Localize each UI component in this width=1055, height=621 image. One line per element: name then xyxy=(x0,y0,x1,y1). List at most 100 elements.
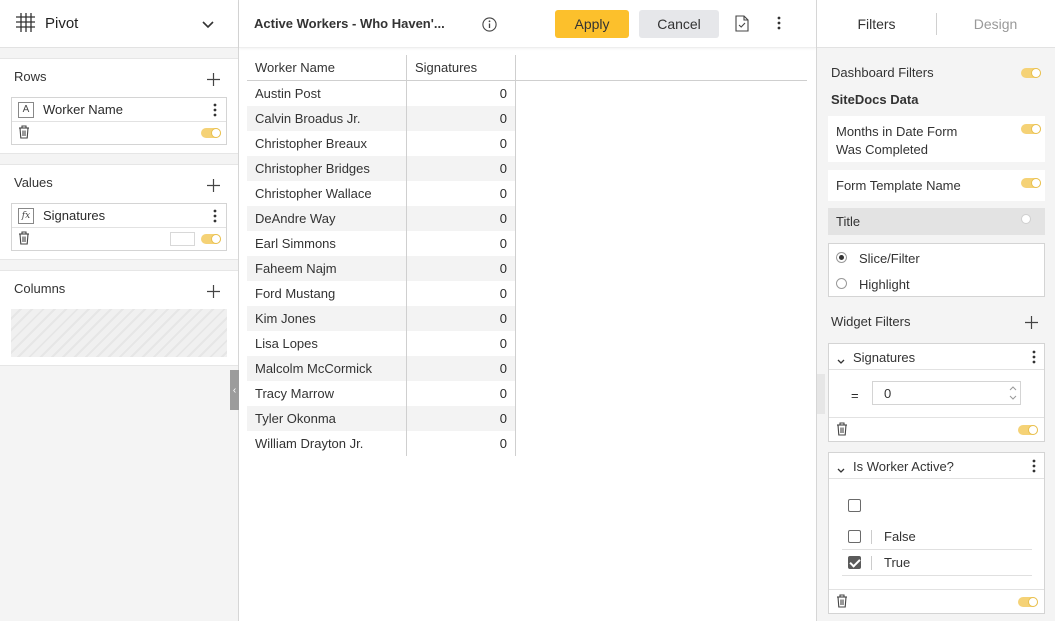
row-field-toggle[interactable] xyxy=(201,128,221,138)
chevron-down-icon[interactable] xyxy=(837,462,845,477)
worker-name-cell: Lisa Lopes xyxy=(247,331,407,356)
value-field-toggle[interactable] xyxy=(201,234,221,244)
table-body: Austin Post 0 Calvin Broadus Jr. 0 Christoph… xyxy=(247,81,516,456)
signatures-cell: 0 xyxy=(407,106,516,131)
signatures-cell: 0 xyxy=(407,356,516,381)
columns-section: Columns xyxy=(0,270,238,366)
worker-name-cell: Tyler Okonma xyxy=(247,406,407,431)
dashboard-filter-label: Form Template Name xyxy=(836,178,961,193)
kebab-menu-icon[interactable] xyxy=(213,209,217,226)
collapse-left-panel-handle[interactable]: ‹ xyxy=(230,370,239,410)
number-stepper[interactable] xyxy=(1008,384,1018,402)
dashboard-filter-toggle[interactable] xyxy=(1021,178,1041,188)
table-row[interactable]: Calvin Broadus Jr. 0 xyxy=(247,106,516,131)
worker-name-cell: Christopher Bridges xyxy=(247,156,407,181)
widget-type-label: Pivot xyxy=(45,15,79,32)
tab-filters[interactable]: Filters xyxy=(817,16,936,32)
columns-drop-zone[interactable] xyxy=(11,309,227,357)
panel-tabs: Filters Design xyxy=(817,0,1055,48)
table-row[interactable]: Christopher Breaux 0 xyxy=(247,131,516,156)
worker-name-cell: Tracy Marrow xyxy=(247,381,407,406)
cancel-button[interactable]: Cancel xyxy=(639,10,719,38)
values-section-title: Values xyxy=(14,175,53,190)
radio-highlight[interactable] xyxy=(836,278,847,289)
signatures-cell: 0 xyxy=(407,331,516,356)
kebab-menu-icon[interactable] xyxy=(777,16,781,33)
chevron-down-icon[interactable] xyxy=(837,353,845,368)
add-row-icon[interactable] xyxy=(207,73,220,89)
document-check-icon[interactable] xyxy=(735,15,749,35)
table-row[interactable]: Austin Post 0 xyxy=(247,81,516,106)
dashboard-filter-title[interactable]: Title xyxy=(828,208,1045,235)
dashboard-filter-toggle[interactable] xyxy=(1021,214,1041,224)
widget-filter-header[interactable]: Is Worker Active? xyxy=(829,453,1044,479)
signatures-cell: 0 xyxy=(407,431,516,456)
signatures-cell: 0 xyxy=(407,256,516,281)
table-row[interactable]: Kim Jones 0 xyxy=(247,306,516,331)
signatures-cell: 0 xyxy=(407,81,516,106)
table-row[interactable]: Christopher Wallace 0 xyxy=(247,181,516,206)
checkbox-false[interactable] xyxy=(848,530,861,543)
dashboard-filter-toggle[interactable] xyxy=(1021,124,1041,134)
dashboard-filter-months[interactable]: Months in Date Form Was Completed xyxy=(828,116,1045,162)
signatures-cell: 0 xyxy=(407,306,516,331)
add-column-icon[interactable] xyxy=(207,285,220,301)
info-icon[interactable] xyxy=(482,17,497,35)
pivot-grid-icon xyxy=(16,12,35,35)
pivot-config-panel: Pivot Rows A Worker Name Values fx Signa… xyxy=(0,0,239,621)
table-row[interactable]: William Drayton Jr. 0 xyxy=(247,431,516,456)
worker-name-cell: DeAndre Way xyxy=(247,206,407,231)
widget-filter-toggle[interactable] xyxy=(1018,597,1038,607)
chevron-down-icon[interactable] xyxy=(202,17,214,32)
worker-name-cell: Kim Jones xyxy=(247,306,407,331)
trash-icon[interactable] xyxy=(836,594,848,611)
select-all-checkbox[interactable] xyxy=(848,499,861,512)
signatures-cell: 0 xyxy=(407,206,516,231)
trash-icon[interactable] xyxy=(18,231,30,248)
checkbox-true[interactable] xyxy=(848,556,861,569)
dashboard-filter-form-template[interactable]: Form Template Name xyxy=(828,170,1045,201)
radio-slice-filter[interactable] xyxy=(836,252,847,263)
signatures-cell: 0 xyxy=(407,406,516,431)
color-picker[interactable] xyxy=(170,232,195,246)
text-type-icon: A xyxy=(18,101,34,118)
widget-title[interactable]: Active Workers - Who Haven'... xyxy=(254,16,445,31)
filter-value-input[interactable] xyxy=(872,381,1021,405)
widget-filter-header[interactable]: Signatures xyxy=(829,344,1044,370)
apply-button[interactable]: Apply xyxy=(555,10,629,38)
row-field[interactable]: A Worker Name xyxy=(11,97,227,145)
signatures-cell: 0 xyxy=(407,181,516,206)
dashboard-filters-toggle[interactable] xyxy=(1021,68,1041,78)
kebab-menu-icon[interactable] xyxy=(213,103,217,120)
table-row[interactable]: Ford Mustang 0 xyxy=(247,281,516,306)
table-row[interactable]: Tyler Okonma 0 xyxy=(247,406,516,431)
table-row[interactable]: Christopher Bridges 0 xyxy=(247,156,516,181)
value-field[interactable]: fx Signatures xyxy=(11,203,227,251)
table-row[interactable]: Earl Simmons 0 xyxy=(247,231,516,256)
table-row[interactable]: DeAndre Way 0 xyxy=(247,206,516,231)
kebab-menu-icon[interactable] xyxy=(1032,350,1036,367)
widget-filter-toggle[interactable] xyxy=(1018,425,1038,435)
widget-filter-signatures: Signatures = xyxy=(828,343,1045,442)
values-section: Values fx Signatures xyxy=(0,164,238,260)
column-header-worker-name[interactable]: Worker Name xyxy=(247,55,407,80)
add-widget-filter-icon[interactable] xyxy=(1025,316,1038,332)
column-header-signatures[interactable]: Signatures xyxy=(407,55,516,80)
tab-design[interactable]: Design xyxy=(936,16,1055,32)
widget-filter-footer xyxy=(829,417,1044,441)
trash-icon[interactable] xyxy=(18,125,30,142)
collapse-right-panel-handle[interactable] xyxy=(817,374,825,414)
table-row[interactable]: Malcolm McCormick 0 xyxy=(247,356,516,381)
kebab-menu-icon[interactable] xyxy=(1032,459,1036,476)
dashboard-filter-label: Months in Date Form Was Completed xyxy=(836,124,958,157)
rows-section-title: Rows xyxy=(14,69,47,84)
table-row[interactable]: Faheem Najm 0 xyxy=(247,256,516,281)
table-row[interactable]: Lisa Lopes 0 xyxy=(247,331,516,356)
trash-icon[interactable] xyxy=(836,422,848,439)
option-divider xyxy=(842,575,1032,576)
add-value-icon[interactable] xyxy=(207,179,220,195)
table-row[interactable]: Tracy Marrow 0 xyxy=(247,381,516,406)
filters-panel: Filters Design Dashboard Filters SiteDoc… xyxy=(816,0,1055,621)
worker-name-cell: Christopher Breaux xyxy=(247,131,407,156)
widget-type-selector[interactable]: Pivot xyxy=(0,0,238,48)
